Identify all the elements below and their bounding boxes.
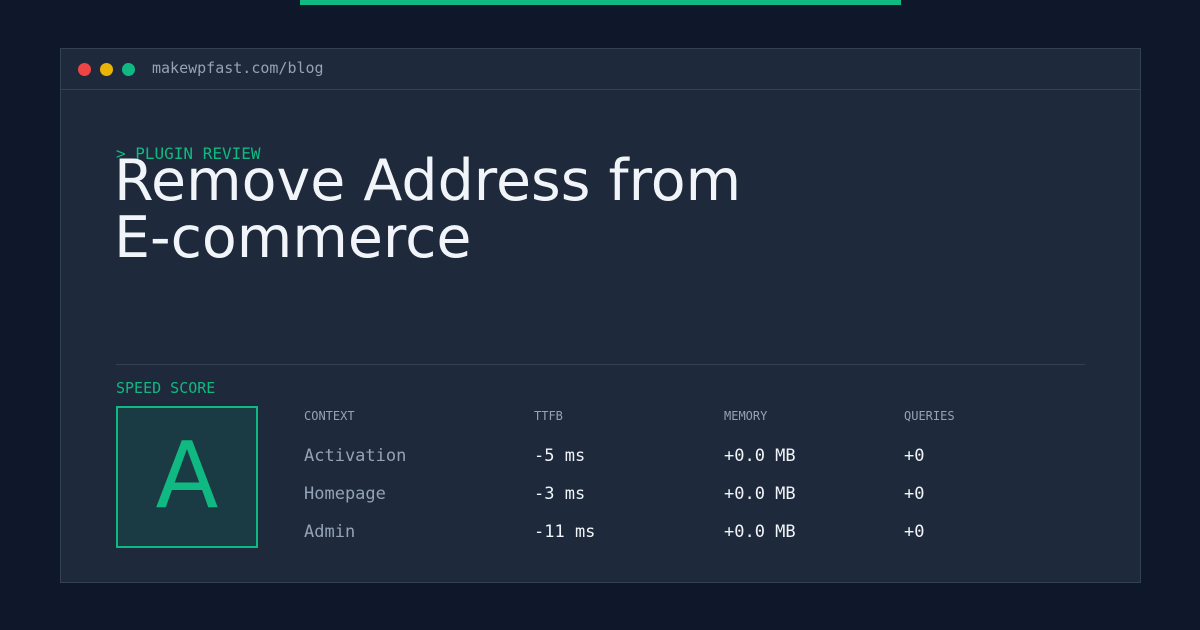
column-header-ttfb: TTFB [534,409,563,423]
column-header-context: CONTEXT [304,409,355,423]
speed-score-label: SPEED SCORE [116,379,216,397]
column-header-memory: MEMORY [724,409,768,423]
title-line: Remove Address from [114,148,742,214]
row-context-cell: Admin [304,522,356,542]
title-line: E-commerce [114,205,472,271]
row-ttfb-cell: -3 ms [534,484,586,504]
row-memory-cell: +0.0 MB [724,484,796,504]
column-header-queries: QUERIES [904,409,955,423]
row-queries-cell: +0 [904,522,925,542]
close-dot-icon [78,63,91,76]
browser-window-card: makewpfast.com/blog > PLUGIN REVIEW Remo… [60,48,1141,583]
grade-badge: A [116,406,258,548]
row-memory-cell: +0.0 MB [724,446,796,466]
row-context-cell: Homepage [304,484,386,504]
maximize-dot-icon [122,63,135,76]
row-queries-cell: +0 [904,484,925,504]
top-accent-bar [300,0,901,5]
url-text: makewpfast.com/blog [152,59,324,77]
window-titlebar: makewpfast.com/blog [61,49,1140,90]
row-memory-cell: +0.0 MB [724,522,796,542]
section-divider [116,364,1085,365]
minimize-dot-icon [100,63,113,76]
grade-letter: A [155,422,219,529]
row-context-cell: Activation [304,446,407,466]
row-queries-cell: +0 [904,446,925,466]
row-ttfb-cell: -5 ms [534,446,586,466]
page-title: Remove Address from E-commerce [114,153,741,267]
row-ttfb-cell: -11 ms [534,522,596,542]
